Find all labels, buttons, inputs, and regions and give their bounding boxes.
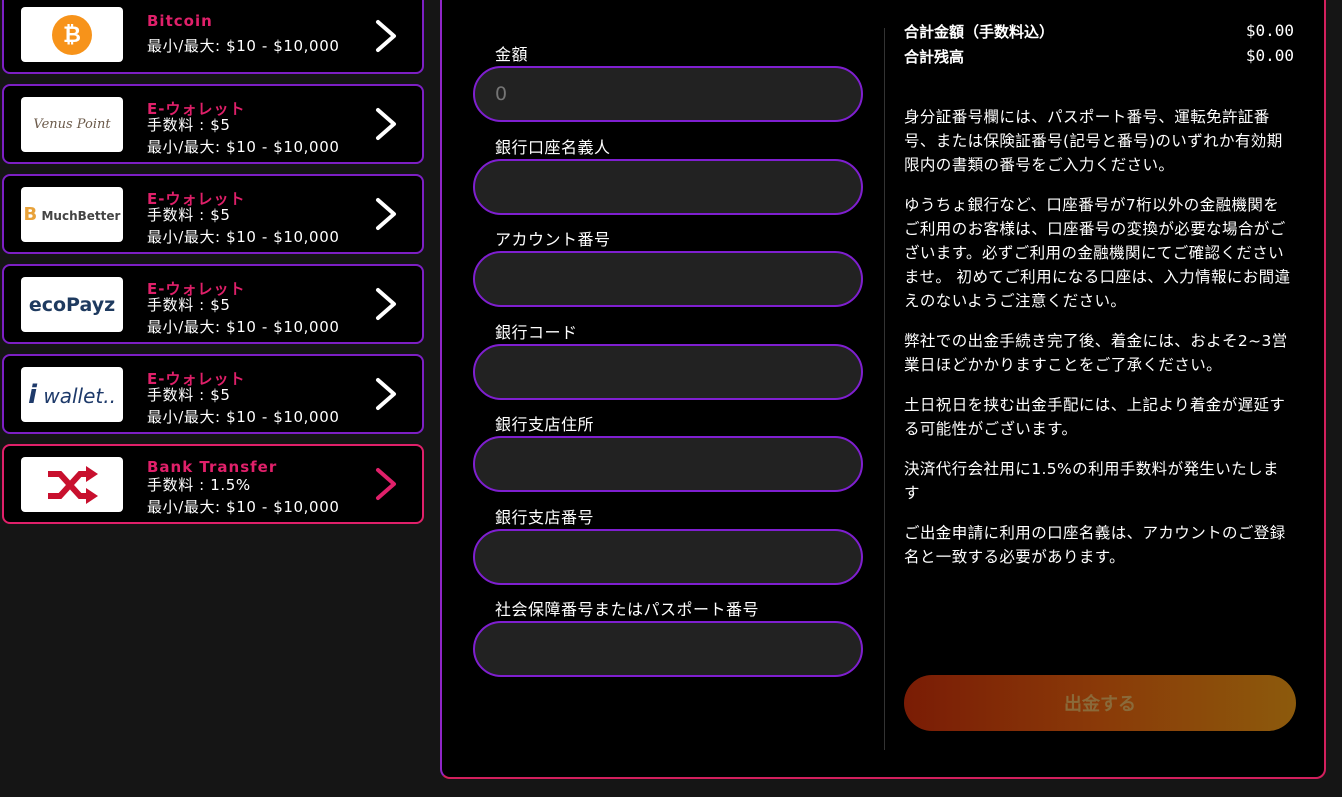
chevron-right-icon (376, 20, 396, 52)
method-limits: 最小/最大: $10 - $10,000 (147, 228, 340, 246)
withdrawal-notes: 身分証番号欄には、パスポート番号、運転免許証番号、または保険証番号(記号と番号)… (904, 105, 1294, 585)
bank-transfer-logo (21, 457, 123, 512)
method-limits: 最小/最大: $10 - $10,000 (147, 318, 340, 336)
total-amount-value: $0.00 (1245, 21, 1294, 40)
amount-input[interactable] (473, 66, 863, 122)
chevron-right-icon (376, 198, 396, 230)
method-title: Bitcoin (147, 12, 213, 30)
note-paragraph: 弊社での出金手続き完了後、着金には、およそ2~3営業日ほどかかりますことをご了承… (904, 332, 1288, 374)
muchbetter-logo: B MuchBetter (21, 187, 123, 242)
ecopayz-logo: ecoPayz (21, 277, 123, 332)
total-balance-value: $0.00 (1245, 46, 1294, 65)
account-number-label: アカウント番号 (495, 230, 611, 249)
branch-number-input[interactable] (473, 529, 863, 585)
method-limits: 最小/最大: $10 - $10,000 (147, 138, 340, 156)
method-fee: 手数料 : $5 (147, 206, 231, 224)
method-limits: 最小/最大: $10 - $10,000 (147, 498, 340, 516)
ssn-passport-label: 社会保障番号またはパスポート番号 (495, 600, 760, 619)
method-muchbetter[interactable]: B MuchBetter E-ウォレット 手数料 : $5 最小/最大: $10… (2, 174, 424, 254)
branch-number-label: 銀行支店番号 (495, 508, 595, 527)
bank-code-label: 銀行コード (495, 323, 578, 342)
method-bitcoin[interactable]: ₿ Bitcoin 最小/最大: $10 - $10,000 (2, 0, 424, 74)
total-amount-row: 合計金額（手数料込） $0.00 (904, 21, 1294, 42)
note-paragraph: 決済代行会社用に1.5%の利用手数料が発生いたします (904, 460, 1279, 502)
method-limits: 最小/最大: $10 - $10,000 (147, 408, 340, 426)
note-paragraph: 土日祝日を挟む出金手配には、上記より着金が遅延する可能性がございます。 (904, 396, 1286, 438)
iwallet-logo: i wallet.. (21, 367, 123, 422)
branch-address-label: 銀行支店住所 (495, 415, 595, 434)
withdrawal-panel: 金額 銀行口座名義人 アカウント番号 銀行コード 銀行支店住所 銀行支店番号 社… (440, 0, 1326, 779)
account-holder-input[interactable] (473, 159, 863, 215)
method-iwallet[interactable]: i wallet.. E-ウォレット 手数料 : $5 最小/最大: $10 -… (2, 354, 424, 434)
total-balance-row: 合計残高 $0.00 (904, 46, 1294, 67)
account-number-input[interactable] (473, 251, 863, 307)
method-fee: 手数料 : 1.5% (147, 476, 251, 494)
note-paragraph: 身分証番号欄には、パスポート番号、運転免許証番号、または保険証番号(記号と番号)… (904, 108, 1283, 174)
method-limits: 最小/最大: $10 - $10,000 (147, 37, 340, 55)
method-ecopayz[interactable]: ecoPayz E-ウォレット 手数料 : $5 最小/最大: $10 - $1… (2, 264, 424, 344)
divider (884, 28, 885, 750)
total-balance-label: 合計残高 (904, 48, 965, 66)
method-fee: 手数料 : $5 (147, 386, 231, 404)
amount-label: 金額 (495, 45, 529, 64)
shuffle-icon (48, 465, 98, 504)
venus-point-logo: Venus Point (21, 97, 123, 152)
method-fee: 手数料 : $5 (147, 116, 231, 134)
method-bank-transfer[interactable]: Bank Transfer 手数料 : 1.5% 最小/最大: $10 - $1… (2, 444, 424, 524)
account-holder-label: 銀行口座名義人 (495, 138, 611, 157)
chevron-right-icon (376, 468, 396, 500)
ssn-passport-input[interactable] (473, 621, 863, 677)
branch-address-input[interactable] (473, 436, 863, 492)
bank-code-input[interactable] (473, 344, 863, 400)
chevron-right-icon (376, 288, 396, 320)
note-paragraph: ご出金申請に利用の口座名義は、アカウントのご登録名と一致する必要があります。 (904, 524, 1286, 566)
method-venus-point[interactable]: Venus Point E-ウォレット 手数料 : $5 最小/最大: $10 … (2, 84, 424, 164)
chevron-right-icon (376, 108, 396, 140)
total-amount-label: 合計金額（手数料込） (904, 23, 1055, 41)
chevron-right-icon (376, 378, 396, 410)
method-fee: 手数料 : $5 (147, 296, 231, 314)
note-paragraph: ゆうちょ銀行など、口座番号が7桁以外の金融機関をご利用のお客様は、口座番号の変換… (904, 196, 1291, 310)
withdraw-button[interactable]: 出金する (904, 675, 1296, 731)
bitcoin-logo: ₿ (21, 7, 123, 62)
